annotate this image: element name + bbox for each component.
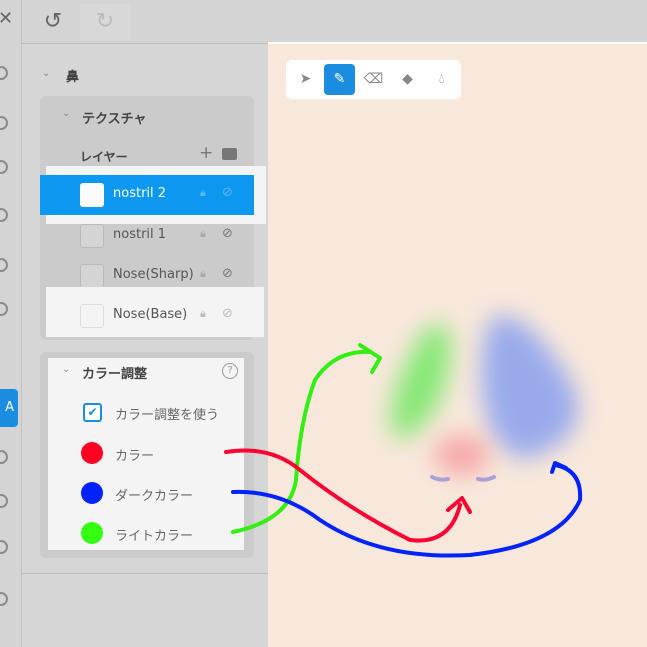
- select-tool-icon[interactable]: ➤: [290, 64, 321, 95]
- light-texture: [391, 324, 451, 440]
- eraser-tool-icon[interactable]: ⌫: [358, 64, 389, 95]
- base-texture: [434, 435, 490, 475]
- canvas-toolbar: ➤ ✎ ⌫ ◆ 💧︎: [286, 60, 461, 99]
- pen-tool-icon[interactable]: ✎: [324, 64, 355, 95]
- dark-color-arrow: [231, 461, 583, 558]
- blur-tool-icon[interactable]: 💧︎: [426, 64, 457, 95]
- nostrils: [430, 475, 496, 482]
- dark-texture: [481, 316, 579, 460]
- light-color-arrow: [231, 343, 382, 534]
- fill-tool-icon[interactable]: ◆: [392, 64, 423, 95]
